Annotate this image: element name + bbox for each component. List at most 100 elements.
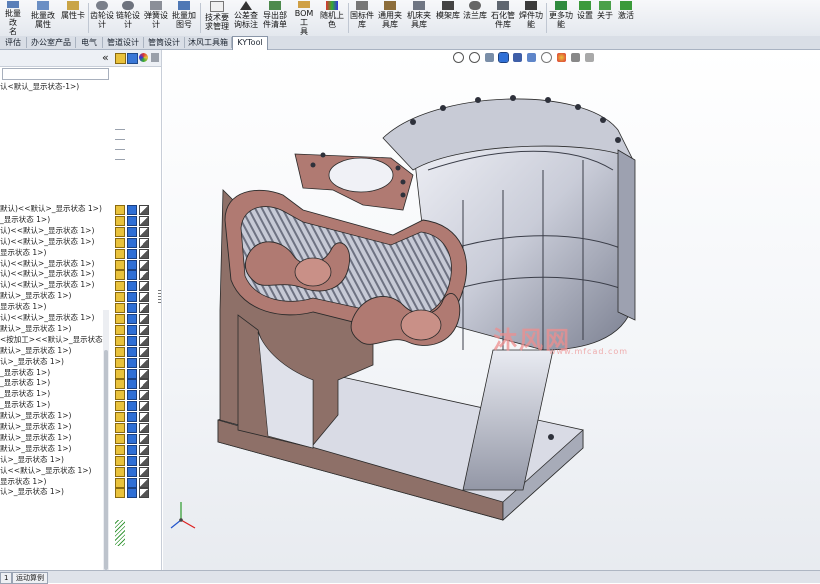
tolerance-query-button[interactable]: 公差查 询标注 (232, 0, 260, 36)
show-hide-icon[interactable] (115, 368, 125, 379)
tab-motion-study[interactable]: 运动算例 (12, 572, 48, 584)
show-hide-icon[interactable] (115, 346, 125, 357)
display-mode-icon[interactable] (127, 357, 137, 368)
cad-model-blower[interactable] (163, 50, 820, 570)
tree-item[interactable]: 认<<默认>_显示状态 1>) (0, 466, 106, 476)
transparency-icon[interactable] (139, 292, 149, 303)
display-state-row[interactable] (115, 324, 155, 335)
show-hide-icon[interactable] (115, 237, 125, 248)
display-mode-icon[interactable] (127, 53, 138, 64)
display-mode-icon[interactable] (127, 423, 137, 433)
tree-item[interactable]: 显示状态 1>) (0, 302, 106, 312)
display-state-row[interactable] (115, 259, 155, 270)
appearance-icon[interactable] (139, 53, 148, 62)
tree-item[interactable]: 默认>_显示状态 1>) (0, 444, 106, 454)
transparency-icon[interactable] (139, 466, 149, 477)
transparency-icon[interactable] (139, 270, 149, 281)
tree-item[interactable]: _显示状态 1>) (0, 368, 106, 378)
show-hide-icon[interactable] (115, 412, 125, 423)
tree-scrollbar-thumb[interactable] (104, 350, 108, 570)
display-mode-icon[interactable] (127, 215, 137, 226)
general-fixture-library-button[interactable]: 通用夹 具库 (376, 0, 404, 36)
tree-item[interactable]: _显示状态 1>) (0, 400, 106, 410)
show-hide-icon[interactable] (115, 324, 125, 335)
display-mode-icon[interactable] (127, 444, 137, 455)
tree-root-item[interactable]: 认<默认_显示状态-1>) (0, 82, 106, 92)
flange-library-button[interactable]: 法兰库 (462, 0, 488, 36)
display-mode-icon[interactable] (127, 390, 137, 401)
display-mode-icon[interactable] (127, 335, 137, 346)
display-state-row[interactable] (115, 455, 155, 466)
display-state-row[interactable] (115, 204, 155, 215)
transparency-icon[interactable] (139, 379, 149, 390)
graphics-area[interactable]: 沐风网 www.mfcad.com (163, 50, 820, 570)
transparency-icon[interactable] (139, 412, 149, 423)
batch-rename-button[interactable]: 批量改 名 (2, 0, 24, 36)
display-state-row[interactable] (115, 335, 155, 346)
tree-item[interactable]: _显示状态 1>) (0, 215, 106, 225)
transparency-icon[interactable] (139, 281, 149, 292)
activate-button[interactable]: 激活 (616, 0, 636, 36)
transparency-icon[interactable] (139, 401, 149, 412)
display-state-row[interactable] (115, 313, 155, 324)
display-mode-icon[interactable] (127, 368, 137, 379)
display-state-row[interactable] (115, 280, 155, 292)
show-hide-icon[interactable] (115, 433, 125, 444)
tree-item[interactable]: 默认>_显示状态 1>) (0, 422, 106, 432)
tab-model[interactable]: 1 (0, 572, 13, 584)
tree-filter-input[interactable] (2, 68, 109, 80)
tree-item[interactable]: 默认>_显示状态 1>) (0, 324, 106, 334)
transparency-icon[interactable] (139, 303, 149, 314)
batch-drawing-number-button[interactable]: 批量加 图号 (172, 0, 196, 36)
transparency-icon[interactable] (151, 53, 159, 62)
show-hide-icon[interactable] (115, 314, 125, 324)
display-mode-icon[interactable] (127, 488, 137, 499)
show-hide-icon[interactable] (115, 205, 125, 215)
display-mode-icon[interactable] (127, 433, 137, 444)
tab-tubing-design[interactable]: 管筒设计 (144, 37, 185, 48)
show-hide-icon[interactable] (115, 444, 125, 455)
show-hide-icon[interactable] (115, 401, 125, 412)
display-mode-icon[interactable] (127, 346, 137, 357)
tab-office-products[interactable]: 办公室产品 (27, 37, 76, 48)
batch-edit-properties-button[interactable]: 批量改 属性 (28, 0, 58, 36)
display-mode-icon[interactable] (127, 466, 137, 477)
sprocket-design-button[interactable]: 链轮设 计 (116, 0, 140, 36)
display-mode-icon[interactable] (127, 205, 137, 215)
display-state-row[interactable] (115, 466, 155, 477)
display-state-row[interactable] (115, 411, 155, 423)
display-state-row[interactable] (115, 368, 155, 379)
transparency-icon[interactable] (139, 390, 149, 401)
show-hide-icon[interactable] (115, 226, 125, 237)
collapse-button[interactable]: « (102, 51, 109, 64)
settings-button[interactable]: 设置 (576, 0, 594, 36)
tab-piping-design[interactable]: 管道设计 (103, 37, 144, 48)
show-hide-icon[interactable] (115, 390, 125, 401)
transparency-icon[interactable] (139, 346, 149, 357)
show-hide-icon[interactable] (115, 259, 125, 270)
transparency-icon[interactable] (139, 226, 149, 237)
transparency-icon[interactable] (139, 477, 149, 488)
tech-requirements-button[interactable]: 技术要 求管理 (203, 0, 231, 36)
tree-item[interactable]: 认>_显示状态 1>) (0, 455, 106, 465)
display-mode-icon[interactable] (127, 237, 137, 248)
display-mode-icon[interactable] (127, 226, 137, 237)
transparency-icon[interactable] (139, 324, 149, 335)
show-hide-icon[interactable] (115, 303, 125, 314)
transparency-icon[interactable] (139, 205, 149, 215)
tree-item[interactable]: 认)<<默认>_显示状态 1>) (0, 269, 106, 279)
display-mode-icon[interactable] (127, 477, 137, 488)
display-mode-icon[interactable] (127, 379, 137, 390)
display-state-row[interactable] (115, 378, 155, 390)
display-state-row[interactable] (115, 444, 155, 455)
transparency-icon[interactable] (139, 248, 149, 259)
petrochemical-pipe-library-button[interactable]: 石化管 件库 (489, 0, 517, 36)
transparency-icon[interactable] (139, 444, 149, 455)
tree-item[interactable]: 默认>_显示状态 1>) (0, 433, 106, 443)
display-state-row[interactable] (115, 248, 155, 259)
display-state-row[interactable] (115, 389, 155, 401)
show-hide-icon[interactable] (115, 357, 125, 368)
spring-design-button[interactable]: 弹簧设 计 (144, 0, 168, 36)
display-mode-icon[interactable] (127, 314, 137, 324)
hide-show-icon[interactable] (115, 53, 126, 64)
